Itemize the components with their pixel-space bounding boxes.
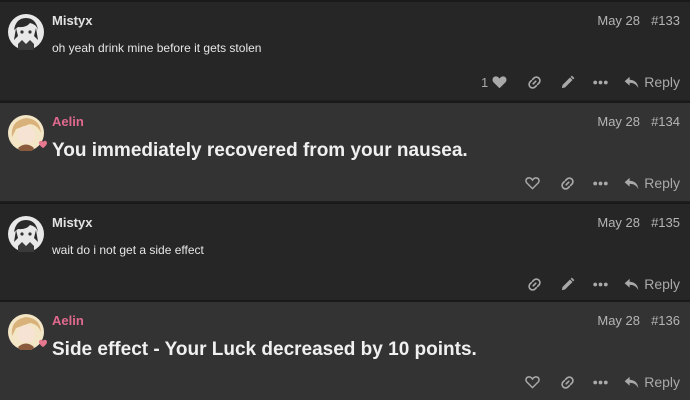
heart-outline-icon [525, 176, 540, 190]
more-options-button[interactable] [593, 171, 608, 195]
reply-arrow-icon [624, 376, 639, 389]
reply-label: Reply [644, 175, 680, 191]
link-icon [527, 277, 542, 292]
post-133: Mistyx May 28 #133 oh yeah drink mine be… [0, 0, 690, 100]
copy-link-button[interactable] [560, 370, 575, 394]
post-actions: Reply [515, 272, 680, 296]
post-date[interactable]: May 28 [597, 13, 640, 28]
link-icon [560, 176, 575, 191]
more-options-button[interactable] [593, 70, 608, 94]
post-136: Aelin May 28 #136 Side effect - Your Luc… [0, 300, 690, 400]
copy-link-button[interactable] [527, 272, 542, 296]
avatar-aelin[interactable] [8, 314, 47, 350]
reply-button[interactable]: Reply [624, 171, 680, 195]
like-button[interactable] [525, 370, 540, 394]
edit-button[interactable] [560, 70, 575, 94]
post-author[interactable]: Mistyx [52, 13, 92, 28]
heart-icon [492, 75, 507, 89]
reply-arrow-icon [624, 177, 639, 190]
like-button[interactable]: 1 [481, 70, 507, 94]
heart-outline-icon [525, 375, 540, 389]
pencil-icon [560, 75, 575, 90]
post-number[interactable]: #135 [651, 215, 680, 230]
reply-button[interactable]: Reply [624, 70, 680, 94]
post-body: oh yeah drink mine before it gets stolen [52, 41, 262, 55]
post-134: Aelin May 28 #134 You immediately recove… [0, 101, 690, 201]
copy-link-button[interactable] [527, 70, 542, 94]
ellipsis-icon [593, 380, 608, 385]
link-icon [527, 75, 542, 90]
ellipsis-icon [593, 282, 608, 287]
like-count: 1 [480, 74, 489, 90]
post-actions: Reply [513, 370, 680, 394]
post-body: You immediately recovered from your naus… [52, 140, 468, 161]
post-date[interactable]: May 28 [597, 215, 640, 230]
post-135: Mistyx May 28 #135 wait do i not get a s… [0, 202, 690, 302]
ellipsis-icon [593, 80, 608, 85]
reply-arrow-icon [624, 278, 639, 291]
post-number[interactable]: #134 [651, 114, 680, 129]
like-button[interactable] [525, 171, 540, 195]
post-author[interactable]: Aelin [52, 313, 84, 328]
post-author[interactable]: Aelin [52, 114, 84, 129]
reply-arrow-icon [624, 76, 639, 89]
more-options-button[interactable] [593, 272, 608, 296]
reply-button[interactable]: Reply [624, 370, 680, 394]
ellipsis-icon [593, 181, 608, 186]
post-actions: Reply [513, 171, 680, 195]
post-date[interactable]: May 28 [597, 114, 640, 129]
post-actions: 1 Reply [469, 70, 680, 94]
post-body: Side effect - Your Luck decreased by 10 … [52, 339, 477, 360]
post-number[interactable]: #133 [651, 13, 680, 28]
more-options-button[interactable] [593, 370, 608, 394]
reply-label: Reply [644, 276, 680, 292]
post-date[interactable]: May 28 [597, 313, 640, 328]
post-number[interactable]: #136 [651, 313, 680, 328]
pencil-icon [560, 277, 575, 292]
avatar-mistyx[interactable] [8, 216, 44, 252]
reply-label: Reply [644, 374, 680, 390]
reply-label: Reply [644, 74, 680, 90]
post-author[interactable]: Mistyx [52, 215, 92, 230]
link-icon [560, 375, 575, 390]
copy-link-button[interactable] [560, 171, 575, 195]
avatar-mistyx[interactable] [8, 14, 44, 50]
avatar-aelin[interactable] [8, 115, 47, 151]
reply-button[interactable]: Reply [624, 272, 680, 296]
edit-button[interactable] [560, 272, 575, 296]
post-body: wait do i not get a side effect [52, 243, 204, 257]
